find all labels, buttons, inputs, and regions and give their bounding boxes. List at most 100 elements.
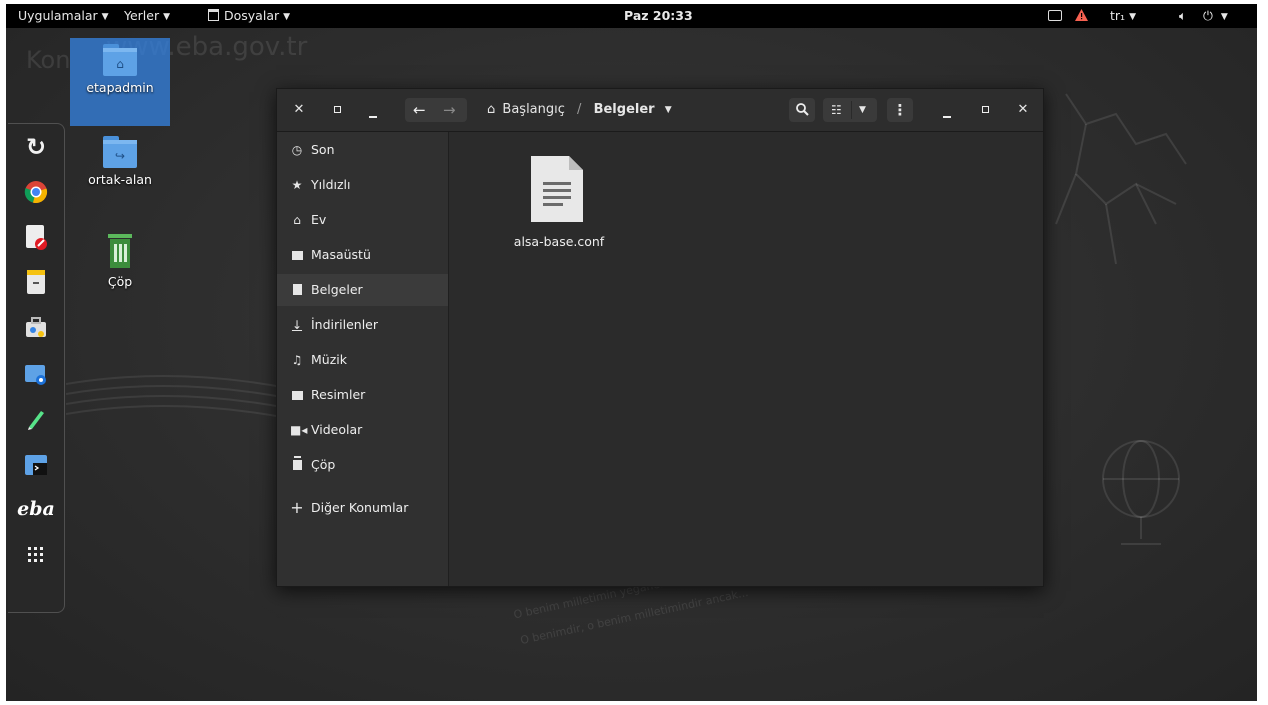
sidebar-item-music[interactable]: ♫ Müzik — [277, 344, 448, 376]
minimize-icon[interactable] — [363, 98, 383, 122]
chevron-down-icon: ▼ — [101, 12, 109, 22]
chrome-icon[interactable] — [23, 179, 49, 205]
file-item[interactable]: alsa-base.conf — [449, 132, 669, 262]
shared-folder-icon: ↪ — [103, 136, 137, 168]
eba-icon[interactable]: eba — [17, 496, 55, 522]
clock[interactable]: Paz 20:33 — [624, 4, 693, 28]
wallpaper-molecule-drawing — [1055, 93, 1187, 265]
breadcrumb: ⌂ Başlangıç / Belgeler ▼ — [487, 98, 672, 122]
power-menu[interactable]: ⏻︎ ▼ — [1203, 4, 1228, 28]
chevron-down-icon: ▼ — [1220, 12, 1228, 22]
briefcase-icon[interactable] — [23, 314, 49, 340]
sidebar-item-documents[interactable]: Belgeler — [277, 274, 448, 306]
sidebar-item-pictures[interactable]: Resimler — [277, 379, 448, 411]
forward-icon[interactable]: → — [443, 98, 456, 122]
breadcrumb-current[interactable]: Belgeler — [594, 102, 655, 117]
power-icon: ⏻︎ — [1203, 8, 1213, 23]
file-manager-window: ✕ ← → ⌂ Başlangıç / Belgeler ▼ ☷ ▼ ⋮ ✕ ◷… — [276, 88, 1044, 587]
desktop-icon-etapadmin[interactable]: ⌂ etapadmin — [70, 38, 170, 126]
desktop-icon — [290, 239, 304, 271]
keyboard-layout-label: tr₁ — [1110, 8, 1126, 23]
file-view[interactable]: alsa-base.conf — [449, 132, 1043, 586]
top-bar: Uygulamalar ▼ Yerler ▼ Dosyalar ▼ Paz 20:33… — [6, 4, 1257, 28]
files-app-menu[interactable]: Dosyalar ▼ — [208, 4, 290, 28]
chevron-down-icon: ▼ — [163, 12, 171, 22]
clock-icon: ◷ — [291, 143, 303, 157]
volume-icon[interactable]: 🔈︎ — [1179, 4, 1187, 28]
places-sidebar: ◷ Son ★ Yıldızlı ⌂ Ev Masaüstü Belgeler ↓ İn… — [277, 132, 449, 586]
file-name: alsa-base.conf — [513, 234, 605, 249]
documents-icon — [290, 274, 304, 306]
chevron-down-icon: ▼ — [283, 12, 291, 22]
breadcrumb-home[interactable]: Başlangıç — [502, 102, 565, 117]
terminal-icon[interactable] — [23, 452, 49, 478]
search-icon — [795, 103, 809, 116]
desktop-icon-label: etapadmin — [86, 80, 154, 95]
desktop-icon-trash[interactable]: Çöp — [70, 232, 170, 289]
app-grid-icon[interactable] — [23, 542, 49, 568]
sidebar-item-label: Ev — [311, 212, 327, 227]
search-button[interactable] — [789, 98, 815, 122]
desktop-icon-label: ortak-alan — [88, 172, 152, 187]
breadcrumb-separator: / — [577, 102, 582, 117]
chevron-down-icon[interactable]: ▼ — [859, 98, 866, 122]
back-icon[interactable]: ← — [413, 98, 426, 122]
sidebar-item-other-locations[interactable]: + Diğer Konumlar — [277, 492, 448, 524]
wallpaper-partial-text: Kon — [26, 46, 71, 74]
close-icon[interactable]: ✕ — [289, 98, 309, 122]
header-bar: ✕ ← → ⌂ Başlangıç / Belgeler ▼ ☷ ▼ ⋮ ✕ — [277, 89, 1043, 132]
maximize-icon[interactable] — [975, 98, 995, 122]
document-editor-icon[interactable] — [23, 224, 49, 250]
sidebar-item-trash[interactable]: Çöp — [277, 449, 448, 481]
sidebar-item-label: Belgeler — [311, 282, 363, 297]
sidebar-item-recent[interactable]: ◷ Son — [277, 134, 448, 166]
sidebar-item-home[interactable]: ⌂ Ev — [277, 204, 448, 236]
maximize-icon[interactable] — [327, 98, 347, 122]
applications-menu[interactable]: Uygulamalar ▼ — [18, 4, 109, 28]
sidebar-item-label: Müzik — [311, 352, 347, 367]
applications-menu-label: Uygulamalar — [18, 8, 98, 23]
sidebar-item-label: Son — [311, 142, 335, 157]
plus-icon: + — [290, 498, 304, 517]
music-icon: ♫ — [291, 353, 303, 367]
menu-icon[interactable]: ⋮ — [887, 98, 913, 122]
file-cabinet-icon[interactable] — [23, 269, 49, 295]
places-menu[interactable]: Yerler ▼ — [124, 4, 170, 28]
close-icon[interactable]: ✕ — [1013, 98, 1033, 122]
warning-icon[interactable] — [1075, 4, 1088, 28]
keyboard-icon[interactable] — [1048, 4, 1062, 28]
list-view-icon[interactable]: ☷ — [831, 98, 842, 122]
sidebar-item-label: Resimler — [311, 387, 366, 402]
desktop-screen: www.eba.gov.tr Kon O benim milletimin ye… — [6, 4, 1257, 701]
wallpaper-phrase-2: O benimdir, o benim milletimindir ancak.… — [519, 585, 750, 648]
text-file-icon — [531, 156, 583, 222]
sidebar-item-label: İndirilenler — [311, 317, 379, 332]
file-cabinet-icon — [208, 9, 219, 21]
trash-icon — [290, 449, 304, 481]
files-app-menu-label: Dosyalar — [224, 8, 280, 23]
refresh-icon[interactable]: ↻ — [23, 134, 49, 160]
eba-icon-text: eba — [17, 498, 55, 520]
trash-icon — [108, 234, 132, 268]
view-options: ☷ ▼ — [823, 98, 877, 122]
dock: ↻ eba — [8, 123, 65, 613]
sidebar-item-label: Diğer Konumlar — [311, 500, 409, 515]
chevron-down-icon: ▼ — [1129, 12, 1136, 22]
video-icon: ■◂ — [290, 423, 308, 437]
wallpaper-globe-drawing — [1102, 440, 1180, 545]
home-icon: ⌂ — [293, 213, 301, 227]
pencil-icon[interactable] — [23, 406, 49, 432]
sidebar-item-downloads[interactable]: ↓ İndirilenler — [277, 309, 448, 341]
desktop-icon-ortak-alan[interactable]: ↪ ortak-alan — [70, 136, 170, 187]
chevron-down-icon[interactable]: ▼ — [665, 105, 672, 115]
sidebar-item-videos[interactable]: ■◂ Videolar — [277, 414, 448, 446]
sidebar-item-desktop[interactable]: Masaüstü — [277, 239, 448, 271]
minimize-icon[interactable] — [937, 98, 957, 122]
places-menu-label: Yerler — [124, 8, 160, 23]
keyboard-layout-indicator[interactable]: tr₁ ▼ — [1110, 4, 1136, 28]
star-icon: ★ — [291, 178, 303, 192]
screenshot-icon[interactable] — [23, 361, 49, 387]
sidebar-item-starred[interactable]: ★ Yıldızlı — [277, 169, 448, 201]
sidebar-item-label: Çöp — [311, 457, 336, 472]
sidebar-item-label: Yıldızlı — [311, 177, 351, 192]
